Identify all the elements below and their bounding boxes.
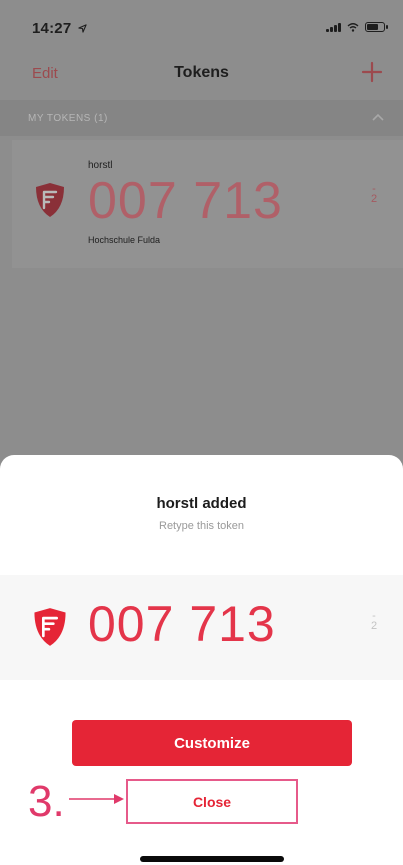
timer-value: 2 — [370, 193, 378, 205]
navigation-bar: Edit Tokens — [0, 55, 403, 95]
timer-dash: - — [372, 610, 376, 622]
status-bar: 14:27 — [0, 0, 403, 50]
chevron-up-icon[interactable] — [371, 112, 385, 122]
my-tokens-section-header[interactable]: MY TOKENS (1) — [0, 100, 403, 136]
sheet-title: horstl added — [156, 495, 247, 512]
token-timer: - 2 — [365, 183, 383, 206]
status-icons — [326, 22, 388, 32]
timer-dash: - — [372, 183, 376, 195]
added-token-code: 007 713 — [88, 596, 276, 652]
added-token-card: 007 713 - 2 — [0, 575, 403, 680]
arrow-right-icon — [69, 794, 124, 804]
token-name: horstl — [88, 160, 113, 171]
battery-icon — [365, 22, 388, 32]
token-shield-icon — [34, 608, 66, 646]
section-label: MY TOKENS (1) — [28, 113, 108, 124]
wifi-icon — [347, 23, 359, 32]
dimmed-token-list-screen: 14:27 Edit Tokens MY TOKENS (1) horstl 0… — [0, 0, 403, 500]
added-token-timer: - 2 — [365, 610, 383, 633]
token-list-item[interactable]: horstl 007 713 Hochschule Fulda - 2 — [12, 140, 403, 268]
cellular-signal-icon — [326, 22, 341, 32]
token-shield-icon — [36, 183, 64, 217]
plus-icon[interactable] — [361, 61, 383, 83]
customize-button[interactable]: Customize — [72, 720, 352, 766]
token-code: 007 713 — [88, 172, 283, 230]
close-button[interactable]: Close — [126, 779, 298, 824]
location-arrow-icon — [78, 24, 87, 33]
home-indicator — [140, 856, 284, 862]
battery-level — [367, 24, 378, 30]
timer-value: 2 — [370, 620, 378, 632]
token-issuer: Hochschule Fulda — [88, 235, 161, 245]
sheet-subtitle: Retype this token — [159, 520, 244, 532]
status-time: 14:27 — [32, 20, 87, 37]
step-annotation-label: 3. — [28, 777, 65, 826]
page-title: Tokens — [174, 64, 229, 81]
